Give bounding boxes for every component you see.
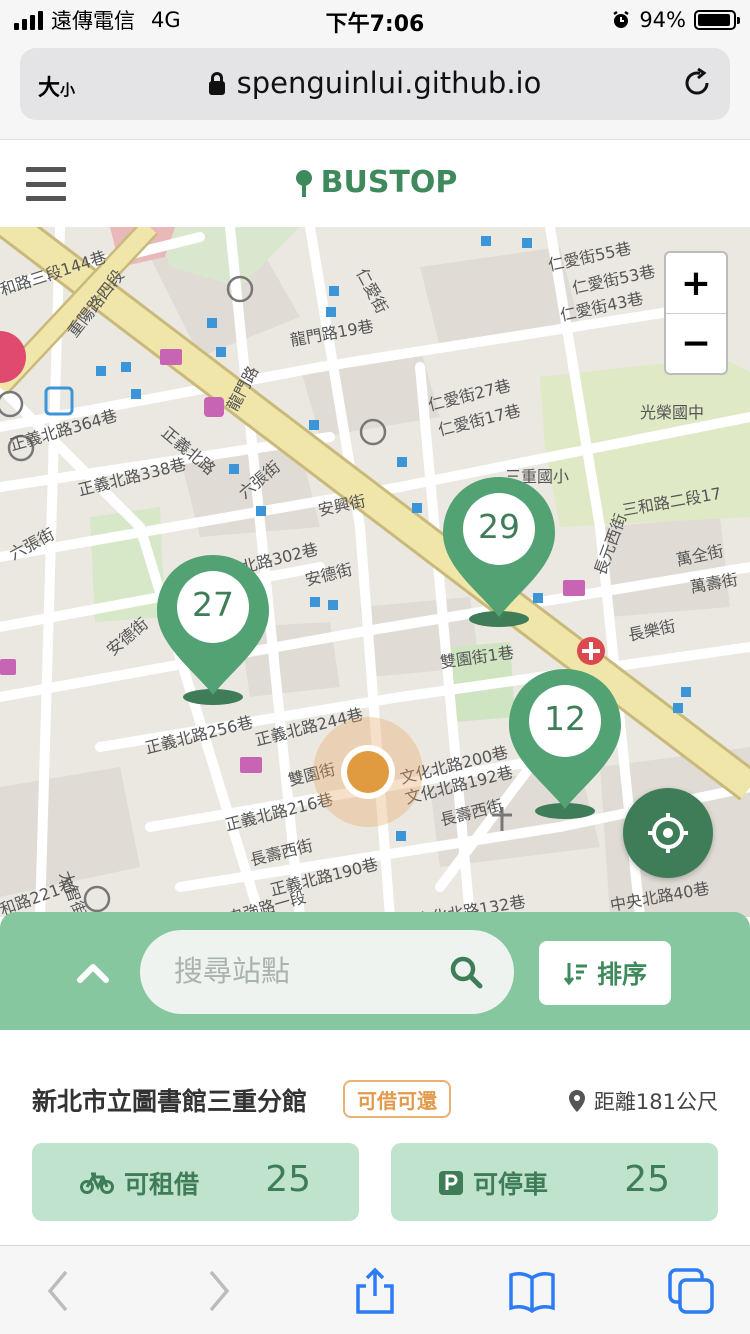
map-pin-icon	[509, 669, 621, 819]
rent-count: 25	[265, 1159, 311, 1200]
alarm-icon	[613, 10, 630, 28]
rent-label: 可租借	[124, 1170, 200, 1199]
url-text: spenguinlui.github.io	[236, 66, 542, 100]
address-bar[interactable]: 大小 spenguinlui.github.io	[20, 48, 730, 120]
forward-icon[interactable]	[193, 1266, 243, 1316]
sort-icon	[563, 963, 587, 986]
station-card[interactable]: 新北市立圖書館三重分館 可借可還 距離181公尺 可租借 25 可停車 25	[0, 1030, 750, 1245]
url-display[interactable]: spenguinlui.github.io	[20, 66, 730, 100]
tree-icon	[295, 169, 312, 197]
status-right: 94%	[611, 6, 740, 34]
park-label-group: 可停車	[439, 1165, 548, 1201]
logo-text: BUSTOP	[320, 165, 458, 200]
search-input[interactable]	[174, 948, 434, 994]
chevron-up-icon[interactable]	[76, 960, 110, 984]
park-available-box: 可停車 25	[391, 1143, 718, 1221]
station-marker[interactable]: 29	[441, 475, 557, 635]
sort-label: 排序	[596, 960, 647, 989]
rent-label-group: 可租借	[80, 1165, 199, 1201]
browser-toolbar	[0, 1245, 750, 1334]
status-badge: 可借可還	[343, 1080, 451, 1118]
parking-icon	[439, 1171, 463, 1195]
map-pin-icon	[157, 555, 269, 705]
user-location-marker	[313, 717, 423, 827]
search-box	[140, 930, 514, 1014]
street-label: 光榮國中	[640, 403, 705, 422]
battery-percent: 94%	[639, 8, 686, 32]
station-marker[interactable]: 12	[507, 667, 623, 827]
bookmarks-icon[interactable]	[507, 1266, 557, 1316]
marker-count: 12	[544, 699, 586, 738]
search-panel: 排序	[0, 912, 750, 1030]
crosshair-icon	[648, 813, 688, 853]
map[interactable]: 和路三段144巷 重陽路四段 仁愛街 龍門路19巷 仁愛街55巷 仁愛街53巷 仁愛街43巷…	[0, 227, 750, 917]
rent-available-box: 可租借 25	[32, 1143, 359, 1221]
marker-count: 27	[192, 585, 234, 624]
zoom-out-button[interactable]: −	[666, 313, 726, 373]
reload-icon[interactable]	[680, 66, 714, 100]
app-header: BUSTOP	[0, 141, 750, 227]
tabs-icon[interactable]	[666, 1266, 716, 1316]
sort-button[interactable]: 排序	[539, 941, 671, 1005]
app-logo: BUSTOP	[0, 165, 750, 200]
station-marker[interactable]: 27	[155, 553, 271, 713]
lock-icon	[208, 72, 225, 95]
zoom-control: + −	[664, 251, 728, 375]
share-icon[interactable]	[350, 1266, 400, 1316]
search-icon[interactable]	[448, 954, 484, 990]
browser-address-area: 大小 spenguinlui.github.io	[0, 40, 750, 140]
zoom-in-button[interactable]: +	[666, 253, 726, 313]
status-bar: 遠傳電信 4G 下午7:06 94%	[0, 0, 750, 40]
park-count: 25	[624, 1159, 670, 1200]
back-icon[interactable]	[34, 1266, 84, 1316]
locate-me-button[interactable]	[623, 788, 713, 878]
location-pin-icon	[568, 1090, 585, 1112]
battery-icon	[694, 10, 740, 30]
map-pin-icon	[443, 477, 555, 627]
park-label: 可停車	[473, 1170, 549, 1199]
station-name: 新北市立圖書館三重分館	[32, 1087, 308, 1116]
marker-count: 29	[478, 507, 520, 546]
station-distance: 距離181公尺	[568, 1086, 718, 1116]
battery-fill	[698, 14, 730, 26]
bicycle-icon	[80, 1172, 114, 1194]
distance-text: 距離181公尺	[593, 1090, 718, 1114]
